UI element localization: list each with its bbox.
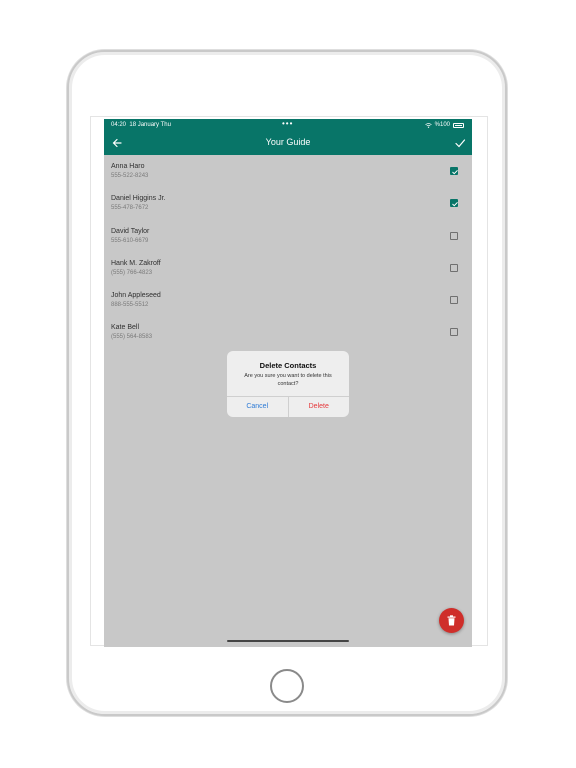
home-indicator — [227, 640, 349, 642]
contact-name: Anna Haro — [111, 163, 145, 170]
contact-name: Hank M. Zakroff — [111, 259, 161, 267]
contact-row[interactable]: David Taylor 555-610-6679 — [104, 220, 472, 252]
contact-phone: 555-478-7672 — [111, 205, 149, 212]
contact-name: David Taylor — [111, 227, 150, 235]
contact-checkbox[interactable] — [450, 231, 458, 240]
contact-phone: 555-610-6679 — [111, 237, 149, 244]
delete-button[interactable]: Delete — [289, 397, 350, 417]
status-bar: 04:20 18 January Thu ••• %100 — [104, 119, 472, 131]
contact-checkbox[interactable] — [450, 167, 458, 175]
delete-fab-button[interactable] — [439, 608, 464, 633]
home-button[interactable] — [270, 669, 304, 703]
contact-name: John Appleseed — [111, 292, 161, 300]
dialog-message: Are you sure you want to delete this con… — [244, 373, 332, 387]
contact-phone: 888-555-5512 — [111, 302, 149, 309]
dialog-title: Delete Contacts — [259, 361, 317, 370]
contact-checkbox[interactable] — [450, 328, 458, 337]
battery-percent: %100 — [434, 122, 450, 128]
contact-row[interactable]: Anna Haro 555-522-8243 — [104, 155, 472, 187]
contact-phone: (555) 564-8583 — [111, 334, 153, 341]
status-indicators: %100 — [424, 122, 464, 128]
contact-row[interactable]: Hank M. Zakroff (555) 766-4823 — [104, 252, 472, 284]
checkmark-icon — [452, 202, 458, 207]
status-time: 04:20 18 January Thu — [111, 122, 171, 128]
delete-confirm-dialog: Delete Contacts Are you sure you want to… — [227, 351, 349, 417]
contact-checkbox[interactable] — [450, 263, 458, 272]
cancel-button[interactable]: Cancel — [227, 397, 289, 417]
app-screen: 04:20 18 January Thu ••• %100 Your Guide… — [104, 119, 472, 647]
contact-checkbox[interactable] — [450, 296, 458, 305]
contact-row[interactable]: John Appleseed 888-555-5512 — [104, 284, 472, 316]
trash-icon — [447, 615, 456, 626]
contact-checkbox[interactable] — [450, 199, 458, 208]
contact-name: Kate Bell — [111, 324, 140, 332]
wifi-icon — [424, 122, 432, 128]
contact-phone: (555) 766-4823 — [111, 269, 153, 276]
contact-row[interactable]: Kate Bell (555) 564-8583 — [104, 316, 472, 348]
contact-list: Anna Haro 555-522-8243 Daniel Higgins Jr… — [104, 155, 472, 349]
contact-name: Daniel Higgins Jr. — [111, 195, 166, 203]
status-dots: ••• — [282, 119, 294, 128]
page-title: Your Guide — [265, 137, 311, 147]
checkmark-icon[interactable] — [454, 137, 466, 149]
dialog-actions: Cancel Delete — [227, 396, 349, 417]
contact-phone: 555-522-8243 — [111, 173, 149, 179]
battery-icon — [453, 122, 464, 128]
app-bar: Your Guide — [104, 131, 472, 155]
contact-row[interactable]: Daniel Higgins Jr. 555-478-7672 — [104, 187, 472, 219]
checkmark-icon — [452, 169, 458, 175]
